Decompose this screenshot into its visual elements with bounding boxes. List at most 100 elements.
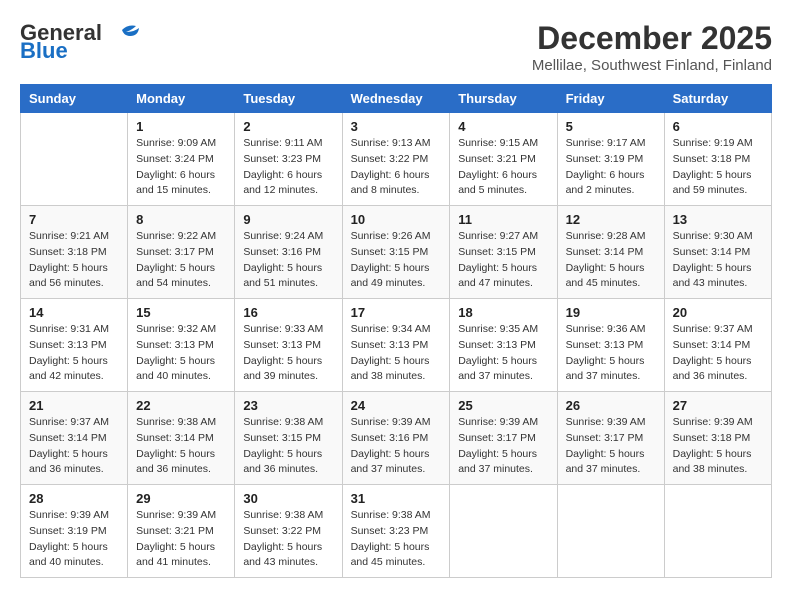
day-number: 17 [351,305,442,320]
calendar-cell: 23 Sunrise: 9:38 AM Sunset: 3:15 PM Dayl… [235,392,342,485]
calendar-cell: 18 Sunrise: 9:35 AM Sunset: 3:13 PM Dayl… [450,299,557,392]
calendar-cell [450,485,557,578]
calendar-cell: 19 Sunrise: 9:36 AM Sunset: 3:13 PM Dayl… [557,299,664,392]
daylight-hours: Daylight: 6 hours and 12 minutes. [243,169,322,197]
calendar-cell: 20 Sunrise: 9:37 AM Sunset: 3:14 PM Dayl… [664,299,771,392]
calendar-cell: 10 Sunrise: 9:26 AM Sunset: 3:15 PM Dayl… [342,206,450,299]
calendar-cell [664,485,771,578]
day-info: Sunrise: 9:27 AM Sunset: 3:15 PM Dayligh… [458,229,548,292]
header-monday: Monday [128,85,235,113]
daylight-hours: Daylight: 5 hours and 51 minutes. [243,262,322,290]
daylight-hours: Daylight: 5 hours and 41 minutes. [136,541,215,569]
sunrise-time: Sunrise: 9:13 AM [351,137,431,149]
day-info: Sunrise: 9:11 AM Sunset: 3:23 PM Dayligh… [243,136,333,199]
sunrise-time: Sunrise: 9:26 AM [351,230,431,242]
day-info: Sunrise: 9:38 AM Sunset: 3:14 PM Dayligh… [136,415,226,478]
calendar-cell: 13 Sunrise: 9:30 AM Sunset: 3:14 PM Dayl… [664,206,771,299]
day-number: 13 [673,212,763,227]
daylight-hours: Daylight: 6 hours and 8 minutes. [351,169,430,197]
sunrise-time: Sunrise: 9:15 AM [458,137,538,149]
sunrise-time: Sunrise: 9:39 AM [136,509,216,521]
day-number: 12 [566,212,656,227]
sunset-time: Sunset: 3:17 PM [566,432,644,444]
day-info: Sunrise: 9:39 AM Sunset: 3:16 PM Dayligh… [351,415,442,478]
daylight-hours: Daylight: 6 hours and 5 minutes. [458,169,537,197]
sunrise-time: Sunrise: 9:39 AM [458,416,538,428]
day-number: 10 [351,212,442,227]
sunset-time: Sunset: 3:17 PM [458,432,536,444]
sunset-time: Sunset: 3:14 PM [566,246,644,258]
calendar-cell: 5 Sunrise: 9:17 AM Sunset: 3:19 PM Dayli… [557,113,664,206]
day-number: 14 [29,305,119,320]
sunrise-time: Sunrise: 9:27 AM [458,230,538,242]
sunrise-time: Sunrise: 9:30 AM [673,230,753,242]
day-number: 18 [458,305,548,320]
daylight-hours: Daylight: 5 hours and 37 minutes. [566,355,645,383]
daylight-hours: Daylight: 5 hours and 39 minutes. [243,355,322,383]
day-number: 1 [136,119,226,134]
calendar-cell: 17 Sunrise: 9:34 AM Sunset: 3:13 PM Dayl… [342,299,450,392]
day-number: 23 [243,398,333,413]
daylight-hours: Daylight: 6 hours and 2 minutes. [566,169,645,197]
calendar-cell: 14 Sunrise: 9:31 AM Sunset: 3:13 PM Dayl… [21,299,128,392]
day-info: Sunrise: 9:39 AM Sunset: 3:19 PM Dayligh… [29,508,119,571]
week-row-2: 7 Sunrise: 9:21 AM Sunset: 3:18 PM Dayli… [21,206,772,299]
sunrise-time: Sunrise: 9:33 AM [243,323,323,335]
day-info: Sunrise: 9:39 AM Sunset: 3:21 PM Dayligh… [136,508,226,571]
day-info: Sunrise: 9:38 AM Sunset: 3:23 PM Dayligh… [351,508,442,571]
sunset-time: Sunset: 3:16 PM [351,432,429,444]
calendar-cell: 26 Sunrise: 9:39 AM Sunset: 3:17 PM Dayl… [557,392,664,485]
day-info: Sunrise: 9:33 AM Sunset: 3:13 PM Dayligh… [243,322,333,385]
daylight-hours: Daylight: 5 hours and 43 minutes. [673,262,752,290]
sunrise-time: Sunrise: 9:09 AM [136,137,216,149]
sunset-time: Sunset: 3:13 PM [351,339,429,351]
day-number: 4 [458,119,548,134]
daylight-hours: Daylight: 5 hours and 42 minutes. [29,355,108,383]
daylight-hours: Daylight: 5 hours and 37 minutes. [458,355,537,383]
sunset-time: Sunset: 3:21 PM [136,525,214,537]
header-sunday: Sunday [21,85,128,113]
daylight-hours: Daylight: 5 hours and 36 minutes. [673,355,752,383]
day-number: 31 [351,491,442,506]
day-number: 11 [458,212,548,227]
sunrise-time: Sunrise: 9:37 AM [29,416,109,428]
daylight-hours: Daylight: 5 hours and 37 minutes. [351,448,430,476]
daylight-hours: Daylight: 5 hours and 43 minutes. [243,541,322,569]
day-info: Sunrise: 9:28 AM Sunset: 3:14 PM Dayligh… [566,229,656,292]
day-number: 26 [566,398,656,413]
calendar-cell [557,485,664,578]
day-number: 8 [136,212,226,227]
calendar-header-row: SundayMondayTuesdayWednesdayThursdayFrid… [21,85,772,113]
month-title: December 2025 [532,20,772,57]
day-number: 19 [566,305,656,320]
logo: General Blue [20,20,140,64]
calendar-cell: 21 Sunrise: 9:37 AM Sunset: 3:14 PM Dayl… [21,392,128,485]
day-info: Sunrise: 9:37 AM Sunset: 3:14 PM Dayligh… [29,415,119,478]
daylight-hours: Daylight: 5 hours and 38 minutes. [673,448,752,476]
calendar-cell: 11 Sunrise: 9:27 AM Sunset: 3:15 PM Dayl… [450,206,557,299]
sunset-time: Sunset: 3:17 PM [136,246,214,258]
sunrise-time: Sunrise: 9:39 AM [351,416,431,428]
sunset-time: Sunset: 3:13 PM [136,339,214,351]
daylight-hours: Daylight: 5 hours and 49 minutes. [351,262,430,290]
calendar-cell: 28 Sunrise: 9:39 AM Sunset: 3:19 PM Dayl… [21,485,128,578]
sunset-time: Sunset: 3:18 PM [29,246,107,258]
day-number: 27 [673,398,763,413]
day-number: 3 [351,119,442,134]
sunrise-time: Sunrise: 9:24 AM [243,230,323,242]
calendar-cell: 4 Sunrise: 9:15 AM Sunset: 3:21 PM Dayli… [450,113,557,206]
daylight-hours: Daylight: 5 hours and 40 minutes. [136,355,215,383]
calendar-cell: 24 Sunrise: 9:39 AM Sunset: 3:16 PM Dayl… [342,392,450,485]
calendar-cell: 22 Sunrise: 9:38 AM Sunset: 3:14 PM Dayl… [128,392,235,485]
sunrise-time: Sunrise: 9:22 AM [136,230,216,242]
sunrise-time: Sunrise: 9:39 AM [566,416,646,428]
day-number: 2 [243,119,333,134]
day-number: 28 [29,491,119,506]
sunset-time: Sunset: 3:15 PM [458,246,536,258]
sunset-time: Sunset: 3:14 PM [136,432,214,444]
sunset-time: Sunset: 3:15 PM [243,432,321,444]
daylight-hours: Daylight: 5 hours and 38 minutes. [351,355,430,383]
sunset-time: Sunset: 3:14 PM [29,432,107,444]
week-row-1: 1 Sunrise: 9:09 AM Sunset: 3:24 PM Dayli… [21,113,772,206]
sunrise-time: Sunrise: 9:38 AM [243,509,323,521]
